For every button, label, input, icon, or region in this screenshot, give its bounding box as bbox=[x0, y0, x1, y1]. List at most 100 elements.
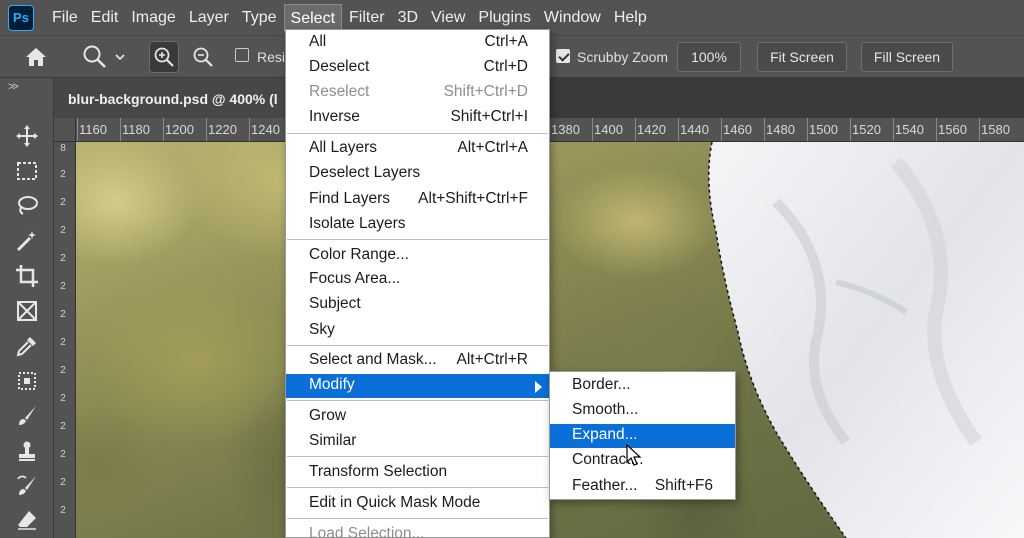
menu-item-all[interactable]: All Ctrl+A bbox=[286, 31, 549, 55]
lasso-tool[interactable] bbox=[12, 192, 42, 220]
menu-item-modify[interactable]: Modify bbox=[286, 374, 549, 398]
menu-item-label: Modify bbox=[309, 376, 355, 393]
menu-item-reselect: Reselect Shift+Ctrl+D bbox=[286, 81, 549, 105]
menu-separator bbox=[287, 487, 548, 488]
zoom-icon bbox=[83, 45, 106, 68]
ruler-label: 2 bbox=[60, 393, 66, 404]
crop-icon bbox=[16, 265, 38, 287]
ruler-tick bbox=[120, 118, 121, 141]
ruler-tick bbox=[893, 118, 894, 141]
ruler-label: 2 bbox=[60, 253, 66, 264]
menu-item-label: Deselect Layers bbox=[309, 164, 421, 181]
ruler-tick bbox=[163, 118, 164, 141]
eyedropper-tool[interactable] bbox=[12, 332, 42, 360]
submenu-item-feather[interactable]: Feather... Shift+F6 bbox=[550, 475, 735, 499]
ruler-label: 1540 bbox=[895, 122, 924, 137]
marquee-tool[interactable] bbox=[12, 157, 42, 185]
ruler-label: 2 bbox=[60, 421, 66, 432]
menu-item-deselect[interactable]: Deselect Ctrl+D bbox=[286, 56, 549, 80]
menu-item-similar[interactable]: Similar bbox=[286, 430, 549, 454]
ruler-label: 1580 bbox=[981, 122, 1010, 137]
home-button[interactable] bbox=[18, 42, 54, 72]
zoom-in-icon bbox=[154, 47, 174, 67]
menu-item-label: Sky bbox=[309, 321, 335, 338]
vertical-ruler[interactable]: 8 2 2 2 2 2 2 2 2 2 2 2 2 2 bbox=[54, 142, 76, 538]
menu-plugins[interactable]: Plugins bbox=[472, 4, 536, 32]
menu-item-grow[interactable]: Grow bbox=[286, 405, 549, 429]
menu-item-label: Transform Selection bbox=[309, 463, 448, 480]
ruler-label: 1160 bbox=[79, 122, 107, 137]
menu-separator bbox=[287, 518, 548, 519]
frame-tool[interactable] bbox=[12, 297, 42, 325]
ruler-tick bbox=[764, 118, 765, 141]
menu-item-inverse[interactable]: Inverse Shift+Ctrl+I bbox=[286, 106, 549, 130]
zoom-tool-preset[interactable] bbox=[78, 42, 130, 72]
ruler-label: 2 bbox=[60, 337, 66, 348]
ruler-label: 2 bbox=[60, 505, 66, 516]
menu-item-focus-area[interactable]: Focus Area... bbox=[286, 268, 549, 292]
collapse-panel-icon[interactable]: >> bbox=[8, 81, 19, 93]
magic-wand-tool[interactable] bbox=[12, 227, 42, 255]
menu-item-transform-selection[interactable]: Transform Selection bbox=[286, 461, 549, 485]
fill-screen-button[interactable]: Fill Screen bbox=[861, 42, 953, 72]
menu-separator bbox=[287, 239, 548, 240]
menu-item-find-layers[interactable]: Find Layers Alt+Shift+Ctrl+F bbox=[286, 188, 549, 212]
crop-tool[interactable] bbox=[12, 262, 42, 290]
zoom-level-button[interactable]: 100% bbox=[677, 42, 741, 72]
history-brush-tool[interactable] bbox=[12, 472, 42, 500]
menu-item-label: Focus Area... bbox=[309, 270, 401, 287]
submenu-item-smooth[interactable]: Smooth... bbox=[550, 399, 735, 423]
eraser-icon bbox=[18, 511, 36, 530]
menu-item-sky[interactable]: Sky bbox=[286, 319, 549, 343]
menu-window[interactable]: Window bbox=[538, 4, 607, 32]
menu-select[interactable]: Select bbox=[283, 3, 343, 32]
menu-separator bbox=[287, 400, 548, 401]
zoom-in-button[interactable] bbox=[149, 41, 179, 73]
resize-windows-checkbox[interactable] bbox=[235, 48, 249, 62]
move-tool[interactable] bbox=[12, 122, 42, 150]
clone-stamp-tool[interactable] bbox=[12, 437, 42, 465]
submenu-item-expand[interactable]: Expand... bbox=[550, 424, 735, 448]
submenu-item-border[interactable]: Border... bbox=[550, 374, 735, 398]
menu-item-label: Subject bbox=[309, 295, 361, 312]
menu-file[interactable]: File bbox=[46, 4, 84, 32]
menu-item-quick-mask[interactable]: Edit in Quick Mask Mode bbox=[286, 492, 549, 516]
menu-filter[interactable]: Filter bbox=[343, 4, 391, 32]
menu-3d[interactable]: 3D bbox=[392, 4, 424, 32]
menu-item-color-range[interactable]: Color Range... bbox=[286, 244, 549, 268]
select-menu-dropdown: All Ctrl+A Deselect Ctrl+D Reselect Shift+C… bbox=[285, 29, 550, 538]
menu-type[interactable]: Type bbox=[236, 4, 283, 32]
submenu-item-contract[interactable]: Contract... bbox=[550, 449, 735, 473]
brush-tool[interactable] bbox=[12, 402, 42, 430]
ruler-label: 2 bbox=[60, 197, 66, 208]
fit-screen-button[interactable]: Fit Screen bbox=[757, 42, 847, 72]
ruler-label: 1460 bbox=[723, 122, 752, 137]
menu-layer[interactable]: Layer bbox=[183, 4, 235, 32]
menu-item-shortcut: Alt+Ctrl+R bbox=[456, 351, 529, 368]
eraser-tool[interactable] bbox=[12, 506, 42, 534]
ruler-label: 1400 bbox=[594, 122, 623, 137]
menu-item-isolate-layers[interactable]: Isolate Layers bbox=[286, 213, 549, 237]
menu-item-shortcut: Alt+Shift+Ctrl+F bbox=[418, 190, 528, 207]
submenu-item-label: Expand... bbox=[572, 426, 638, 443]
healing-brush-tool[interactable] bbox=[12, 367, 42, 395]
menu-view[interactable]: View bbox=[425, 4, 471, 32]
menu-image[interactable]: Image bbox=[125, 4, 181, 32]
menu-item-label: All bbox=[309, 33, 327, 50]
scrubby-zoom-checkbox[interactable] bbox=[556, 49, 570, 63]
ruler-origin[interactable] bbox=[54, 118, 76, 142]
menu-help[interactable]: Help bbox=[608, 4, 653, 32]
zoom-out-button[interactable] bbox=[188, 41, 218, 73]
menu-item-subject[interactable]: Subject bbox=[286, 293, 549, 317]
menu-item-label: Deselect bbox=[309, 58, 370, 75]
ruler-tick bbox=[678, 118, 679, 141]
ruler-label: 1220 bbox=[208, 122, 237, 137]
ruler-label: 2 bbox=[60, 477, 66, 488]
menu-item-all-layers[interactable]: All Layers Alt+Ctrl+A bbox=[286, 137, 549, 161]
frame-icon bbox=[17, 301, 37, 321]
menu-edit[interactable]: Edit bbox=[85, 4, 125, 32]
menu-item-select-and-mask[interactable]: Select and Mask... Alt+Ctrl+R bbox=[286, 349, 549, 373]
menu-item-label: Color Range... bbox=[309, 246, 409, 263]
menu-item-deselect-layers[interactable]: Deselect Layers bbox=[286, 162, 549, 186]
ruler-tick bbox=[206, 118, 207, 141]
